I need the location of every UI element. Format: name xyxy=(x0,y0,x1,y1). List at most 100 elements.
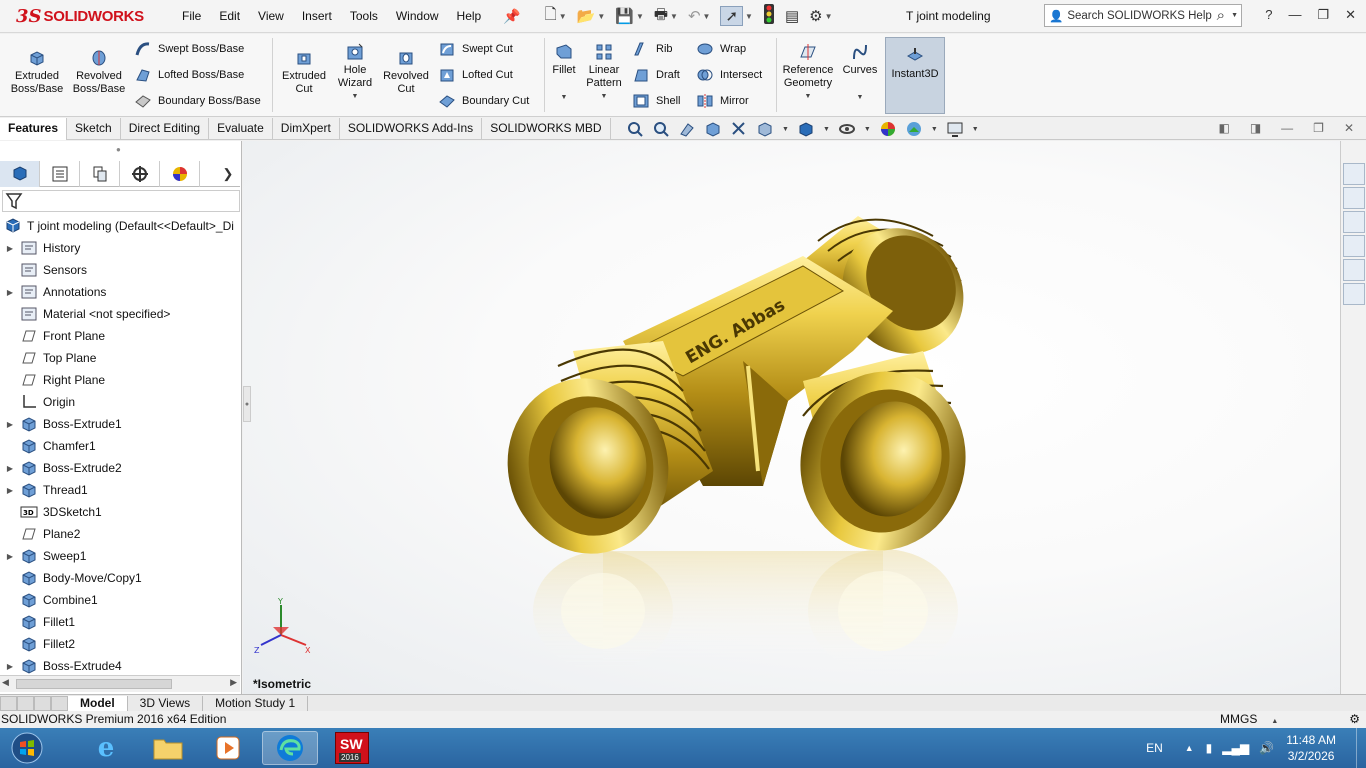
taskbar-media-player[interactable] xyxy=(200,731,256,765)
tab-features[interactable]: Features xyxy=(0,118,68,140)
tab-solidworks-mbd[interactable]: SOLIDWORKS MBD xyxy=(482,118,611,140)
curves-button[interactable]: Curves ▼ xyxy=(840,42,880,104)
new-document-icon[interactable]: 🗋 xyxy=(545,4,557,29)
hide-show-dropdown-icon[interactable]: ▼ xyxy=(864,126,871,133)
t-joint-model[interactable]: ENG. Abbas xyxy=(243,141,1340,694)
apply-scene-dropdown-icon[interactable]: ▼ xyxy=(931,126,938,133)
tab-evaluate[interactable]: Evaluate xyxy=(209,118,273,140)
search-dropdown-icon[interactable]: ▼ xyxy=(1231,12,1238,19)
panel-splitter-handle[interactable]: ● xyxy=(116,145,121,154)
property-manager-tab[interactable] xyxy=(40,161,80,187)
options-gear-icon[interactable]: ⚙ xyxy=(809,7,822,25)
rib-button[interactable]: Rib xyxy=(632,40,673,58)
viewport-restore-icon[interactable]: ❐ xyxy=(1313,121,1324,135)
taskbar-internet-explorer[interactable]: e xyxy=(78,731,134,765)
tray-expand-icon[interactable]: ▲ xyxy=(1185,743,1194,753)
scroll-left-icon[interactable]: ◀ xyxy=(2,677,9,688)
next-tab-icon[interactable] xyxy=(34,695,51,711)
extruded-cut-button[interactable]: Extruded Cut xyxy=(276,48,332,96)
reference-geometry-dropdown-icon[interactable]: ▼ xyxy=(780,90,836,103)
undo-icon[interactable]: ↶ xyxy=(688,7,701,25)
tree-item-annotations[interactable]: ▶ Annotations xyxy=(0,281,240,303)
tab-sketch[interactable]: Sketch xyxy=(67,118,121,140)
viewport-right-icon[interactable]: ◨ xyxy=(1250,121,1261,135)
save-dropdown-icon[interactable]: ▼ xyxy=(636,12,644,21)
expand-arrow-icon[interactable]: ▶ xyxy=(0,552,20,561)
close-icon[interactable]: ✕ xyxy=(1345,7,1356,23)
view-orientation-dropdown-icon[interactable]: ▼ xyxy=(782,126,789,133)
save-icon[interactable]: 💾 xyxy=(615,7,634,25)
scroll-thumb[interactable] xyxy=(16,679,172,689)
tree-item-material-not-specified[interactable]: Material <not specified> xyxy=(0,303,240,325)
tree-item-combine1[interactable]: Combine1 xyxy=(0,589,240,611)
status-help-icon[interactable]: ⚙ xyxy=(1349,711,1360,728)
hole-wizard-button[interactable]: Hole Wizard ▼ xyxy=(332,42,378,103)
pin-menu-icon[interactable]: 📌 xyxy=(503,8,520,25)
tree-item-3dsketch1[interactable]: 3D 3DSketch1 xyxy=(0,501,240,523)
tree-root-part[interactable]: T joint modeling (Default<<Default>_Di xyxy=(4,217,234,235)
tab-motion-study-1[interactable]: Motion Study 1 xyxy=(203,695,309,711)
revolved-cut-button[interactable]: Revolved Cut xyxy=(380,48,432,96)
minimize-icon[interactable]: — xyxy=(1288,7,1301,23)
hole-wizard-dropdown-icon[interactable]: ▼ xyxy=(332,90,378,103)
volume-icon[interactable]: 🔊 xyxy=(1259,741,1274,755)
intersect-button[interactable]: Intersect xyxy=(696,66,762,84)
solidworks-logo[interactable]: 3S SOLIDWORKS xyxy=(0,0,158,33)
tree-filter-bar[interactable] xyxy=(2,190,240,212)
tree-item-boss-extrude1[interactable]: ▶ Boss-Extrude1 xyxy=(0,413,240,435)
draft-button[interactable]: Draft xyxy=(632,66,680,84)
options-dropdown-icon[interactable]: ▼ xyxy=(825,12,833,21)
tab-model[interactable]: Model xyxy=(68,695,128,711)
tree-item-fillet1[interactable]: Fillet1 xyxy=(0,611,240,633)
mirror-button[interactable]: Mirror xyxy=(696,92,749,110)
tree-item-boss-extrude4[interactable]: ▶ Boss-Extrude4 xyxy=(0,655,240,677)
lofted-cut-button[interactable]: Lofted Cut xyxy=(438,66,513,84)
menu-insert[interactable]: Insert xyxy=(302,7,332,25)
apply-scene-icon[interactable] xyxy=(905,120,923,138)
tree-item-sweep1[interactable]: ▶ Sweep1 xyxy=(0,545,240,567)
viewport-close-icon[interactable]: ✕ xyxy=(1344,121,1354,135)
curves-dropdown-icon[interactable]: ▼ xyxy=(840,91,880,104)
shell-button[interactable]: Shell xyxy=(632,92,680,110)
tree-item-chamfer1[interactable]: Chamfer1 xyxy=(0,435,240,457)
expand-arrow-icon[interactable]: ▶ xyxy=(0,244,20,253)
boundary-cut-button[interactable]: Boundary Cut xyxy=(438,92,529,110)
file-properties-icon[interactable]: ▤ xyxy=(785,7,799,25)
tree-horizontal-scrollbar[interactable]: ◀ ▶ xyxy=(0,675,240,692)
graphics-area[interactable]: ● ENG. Abbas Y X Z *Isometric xyxy=(243,141,1340,694)
tree-item-origin[interactable]: Origin xyxy=(0,391,240,413)
menu-tools[interactable]: Tools xyxy=(350,7,378,25)
network-icon[interactable]: ▂▄▆ xyxy=(1222,741,1249,755)
help-search-box[interactable]: 👤 Search SOLIDWORKS Help ⌕ ▼ xyxy=(1044,4,1242,27)
custom-properties-icon[interactable] xyxy=(1343,283,1365,305)
filter-funnel-icon[interactable] xyxy=(5,192,23,210)
open-folder-icon[interactable]: 📂 xyxy=(577,7,596,25)
edit-appearance-icon[interactable] xyxy=(879,120,897,138)
expand-arrow-icon[interactable]: ▶ xyxy=(0,420,20,429)
section-view-icon[interactable] xyxy=(704,120,722,138)
tree-item-fillet2[interactable]: Fillet2 xyxy=(0,633,240,655)
instant3d-button[interactable]: Instant3D xyxy=(885,37,945,114)
open-dropdown-icon[interactable]: ▼ xyxy=(597,12,605,21)
print-icon[interactable]: 🖶 xyxy=(654,4,668,29)
viewport-left-icon[interactable]: ◧ xyxy=(1218,121,1229,135)
display-manager-tab[interactable] xyxy=(160,161,200,187)
print-dropdown-icon[interactable]: ▼ xyxy=(670,12,678,21)
tab-3d-views[interactable]: 3D Views xyxy=(128,695,204,711)
configuration-manager-tab[interactable] xyxy=(80,161,120,187)
linear-pattern-button[interactable]: Linear Pattern ▼ xyxy=(582,42,626,103)
reference-geometry-button[interactable]: Reference Geometry ▼ xyxy=(780,42,836,103)
fillet-button[interactable]: Fillet ▼ xyxy=(548,42,580,104)
start-button[interactable] xyxy=(2,731,52,765)
menu-file[interactable]: File xyxy=(182,7,201,25)
expand-arrow-icon[interactable]: ▶ xyxy=(0,662,20,671)
display-style-icon[interactable] xyxy=(797,120,815,138)
tab-direct-editing[interactable]: Direct Editing xyxy=(121,118,210,140)
undo-dropdown-icon[interactable]: ▼ xyxy=(703,12,711,21)
tree-item-history[interactable]: ▶ History xyxy=(0,237,240,259)
show-desktop-button[interactable] xyxy=(1356,728,1366,768)
tree-item-top-plane[interactable]: Top Plane xyxy=(0,347,240,369)
view-settings-icon[interactable] xyxy=(946,120,964,138)
design-library-icon[interactable] xyxy=(1343,187,1365,209)
help-question-icon[interactable]: ? xyxy=(1265,7,1272,23)
